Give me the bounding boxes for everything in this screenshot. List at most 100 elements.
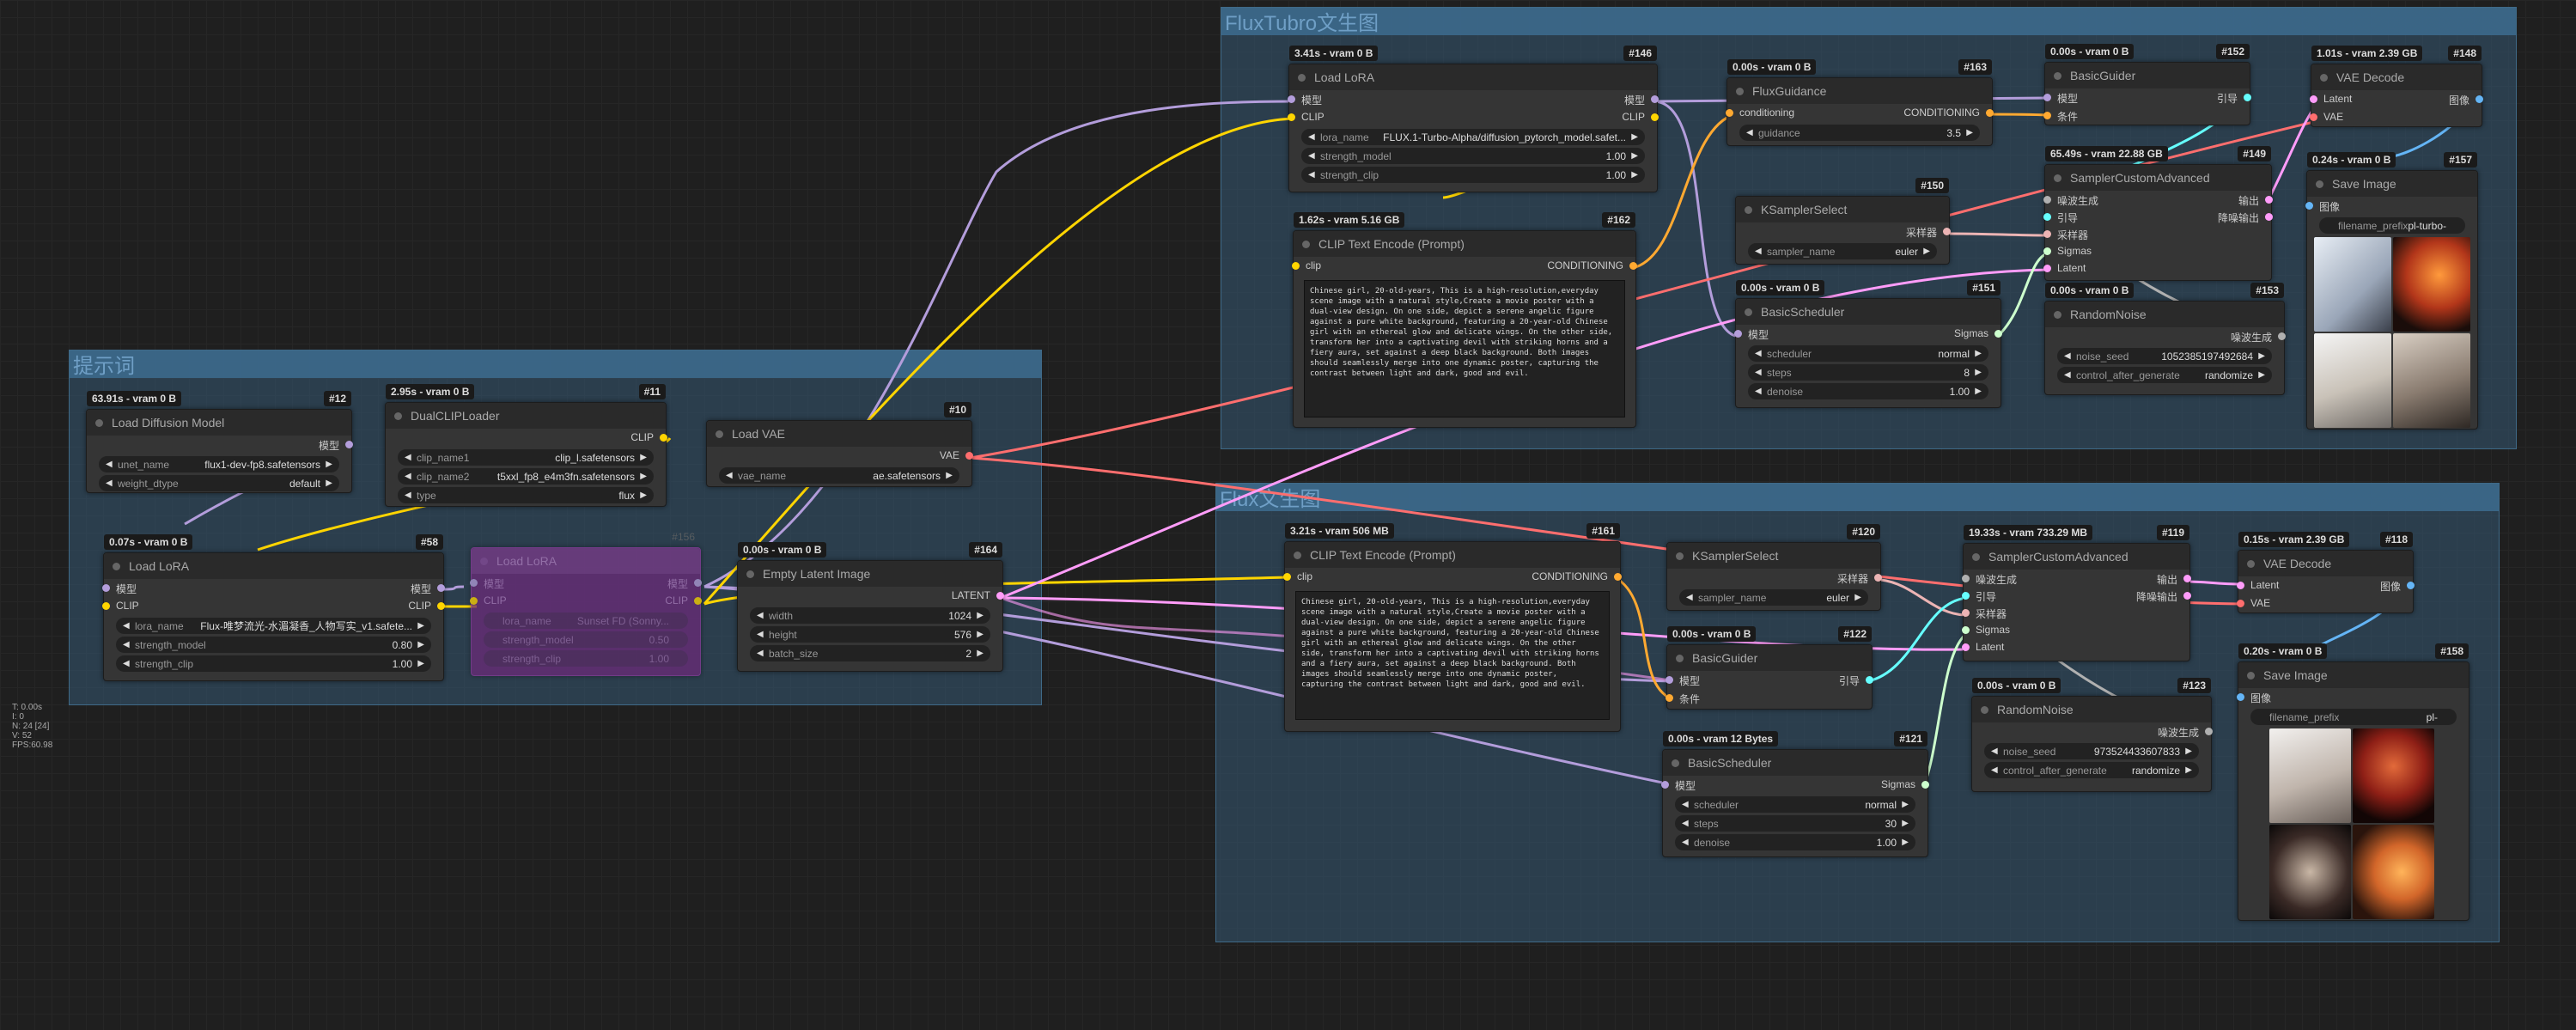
control-after-generate-widget[interactable]: ◀ control_after_generate randomize ▶ — [1984, 762, 2199, 778]
arrow-right-icon[interactable]: ▶ — [326, 478, 332, 488]
arrow-left-icon[interactable]: ◀ — [106, 460, 113, 469]
arrow-right-icon[interactable]: ▶ — [417, 640, 424, 649]
node-header[interactable]: RandomNoise — [2045, 302, 2284, 327]
image-socket-icon[interactable] — [2476, 95, 2483, 103]
vae-socket-icon[interactable] — [2310, 113, 2317, 121]
preview-image-angel[interactable] — [2314, 237, 2391, 332]
arrow-left-icon[interactable]: ◀ — [123, 640, 130, 649]
model-socket-icon[interactable] — [102, 584, 110, 592]
noise-socket-icon[interactable] — [2043, 196, 2051, 204]
io-row[interactable]: 模型 Sigmas — [1661, 776, 1929, 794]
output-slot[interactable]: LATENT — [738, 587, 1004, 605]
model-socket-icon[interactable] — [2043, 94, 2051, 101]
denoise-widget[interactable]: ◀ denoise 1.00 ▶ — [1675, 834, 1915, 850]
strength-model-widget[interactable]: ◀ strength_model 0.80 ▶ — [116, 637, 431, 653]
prompt-textarea[interactable]: Chinese girl, 20-old-years, This is a hi… — [1295, 591, 1610, 720]
io-row[interactable]: VAE — [2310, 108, 2482, 126]
lora-name-widget[interactable]: ◀ lora_name FLUX.1-Turbo-Alpha/diffusion_p… — [1301, 129, 1645, 145]
strength-clip-widget[interactable]: strength_clip 1.00 — [484, 650, 688, 667]
preview-image-devil-horns[interactable] — [2269, 825, 2351, 919]
output-slot[interactable]: 模型 — [87, 436, 353, 454]
arrow-left-icon[interactable]: ◀ — [726, 471, 733, 480]
latent-socket-icon[interactable] — [2237, 582, 2244, 589]
conditioning-socket-icon[interactable] — [1666, 694, 1673, 702]
latent-socket-icon[interactable] — [996, 592, 1004, 600]
node-random-noise[interactable]: 0.00s - vram 0 B #123 RandomNoise 噪波生成 ◀… — [1971, 678, 2213, 792]
clip-socket-icon[interactable] — [1651, 113, 1659, 121]
io-row[interactable]: Sigmas — [2043, 242, 2271, 259]
clip-socket-icon[interactable] — [102, 602, 110, 610]
collapse-dot-icon[interactable] — [1676, 654, 1684, 662]
node-load-vae[interactable]: #10 Load VAE VAE ◀ vae_name ae.safetensors… — [706, 402, 973, 487]
node-sampler-custom-advanced-turbo[interactable]: 65.49s - vram 22.88 GB #149 SamplerCusto… — [2043, 146, 2273, 281]
collapse-dot-icon[interactable] — [2247, 671, 2255, 680]
arrow-right-icon[interactable]: ▶ — [977, 630, 984, 639]
height-widget[interactable]: ◀ height 576 ▶ — [750, 626, 990, 643]
latent-socket-icon[interactable] — [2265, 213, 2273, 221]
node-header[interactable]: KSamplerSelect — [1667, 543, 1880, 569]
steps-widget[interactable]: ◀ steps 30 ▶ — [1675, 815, 1915, 832]
io-row[interactable]: 采样器 — [1962, 604, 2189, 621]
node-load-diffusion-model[interactable]: 63.91s - vram 0 B #12 Load Diffusion Mod… — [86, 391, 353, 493]
collapse-dot-icon[interactable] — [1972, 552, 1980, 561]
io-row[interactable]: 模型 引导 — [2043, 88, 2251, 107]
arrow-left-icon[interactable]: ◀ — [1682, 819, 1689, 828]
scheduler-widget[interactable]: ◀ scheduler normal ▶ — [1675, 796, 1915, 813]
arrow-right-icon[interactable]: ▶ — [1923, 247, 1930, 256]
collapse-dot-icon[interactable] — [2247, 559, 2255, 568]
node-header[interactable]: CLIP Text Encode (Prompt) — [1285, 542, 1620, 568]
arrow-left-icon[interactable]: ◀ — [1746, 128, 1753, 137]
sampler-socket-icon[interactable] — [1943, 228, 1951, 235]
arrow-left-icon[interactable]: ◀ — [1755, 247, 1762, 256]
image-socket-icon[interactable] — [2305, 202, 2313, 210]
lora-name-widget[interactable]: lora_name Sunset FD (Sonny... — [484, 613, 688, 629]
node-header[interactable]: FluxGuidance — [1727, 78, 1992, 104]
io-row[interactable]: clip CONDITIONING — [1292, 257, 1637, 275]
node-header[interactable]: RandomNoise — [1972, 697, 2211, 722]
model-socket-icon[interactable] — [470, 579, 478, 587]
io-row[interactable]: Latent — [1962, 638, 2189, 655]
output-slot[interactable]: 噪波生成 — [1972, 722, 2213, 741]
guider-socket-icon[interactable] — [2043, 213, 2051, 221]
guider-socket-icon[interactable] — [2244, 94, 2251, 101]
io-row[interactable]: Latent — [2043, 259, 2271, 277]
collapse-dot-icon[interactable] — [394, 411, 402, 420]
node-empty-latent-image[interactable]: 0.00s - vram 0 B #164 Empty Latent Image… — [737, 542, 1004, 672]
clip-name1-widget[interactable]: ◀ clip_name1 clip_l.safetensors ▶ — [398, 449, 654, 466]
model-socket-icon[interactable] — [694, 579, 702, 587]
model-socket-icon[interactable] — [437, 584, 445, 592]
output-slot[interactable]: VAE — [707, 447, 973, 465]
latent-socket-icon[interactable] — [2043, 265, 2051, 272]
arrow-right-icon[interactable]: ▶ — [1631, 151, 1638, 161]
latent-socket-icon[interactable] — [2183, 592, 2191, 600]
conditioning-socket-icon[interactable] — [1629, 262, 1637, 270]
arrow-left-icon[interactable]: ◀ — [1755, 368, 1762, 377]
node-ksampler-select[interactable]: #120 KSamplerSelect 采样器 ◀ sampler_name eul… — [1666, 524, 1882, 611]
guidance-widget[interactable]: ◀ guidance 3.5 ▶ — [1739, 125, 1980, 141]
arrow-left-icon[interactable]: ◀ — [2064, 351, 2071, 361]
node-load-lora[interactable]: 0.07s - vram 0 B #58 Load LoRA 模型 模型 CLIP… — [102, 534, 445, 681]
sigmas-socket-icon[interactable] — [1921, 781, 1929, 789]
type-widget[interactable]: ◀ type flux ▶ — [398, 487, 654, 503]
arrow-right-icon[interactable]: ▶ — [417, 621, 424, 631]
sampler-name-widget[interactable]: ◀ sampler_name euler ▶ — [1679, 589, 1868, 606]
preview-image-portrait[interactable] — [2269, 728, 2351, 823]
io-row[interactable]: VAE — [2237, 594, 2413, 613]
arrow-left-icon[interactable]: ◀ — [1755, 349, 1762, 358]
model-socket-icon[interactable] — [1288, 95, 1295, 103]
image-socket-icon[interactable] — [2407, 582, 2415, 589]
model-socket-icon[interactable] — [1661, 781, 1669, 789]
arrow-right-icon[interactable]: ▶ — [1975, 368, 1982, 377]
arrow-right-icon[interactable]: ▶ — [417, 659, 424, 668]
arrow-right-icon[interactable]: ▶ — [977, 649, 984, 658]
arrow-right-icon[interactable]: ▶ — [977, 611, 984, 620]
io-row[interactable]: 模型 模型 — [1288, 90, 1659, 108]
io-row[interactable]: 引导 降噪输出 — [2043, 208, 2273, 225]
arrow-left-icon[interactable]: ◀ — [405, 491, 411, 500]
io-row[interactable]: 条件 — [2043, 107, 2250, 125]
latent-socket-icon[interactable] — [2310, 95, 2317, 103]
io-row[interactable]: CLIP CLIP — [102, 597, 445, 615]
arrow-right-icon[interactable]: ▶ — [1631, 170, 1638, 180]
io-row[interactable]: Sigmas — [1962, 621, 2189, 638]
arrow-right-icon[interactable]: ▶ — [326, 460, 332, 469]
